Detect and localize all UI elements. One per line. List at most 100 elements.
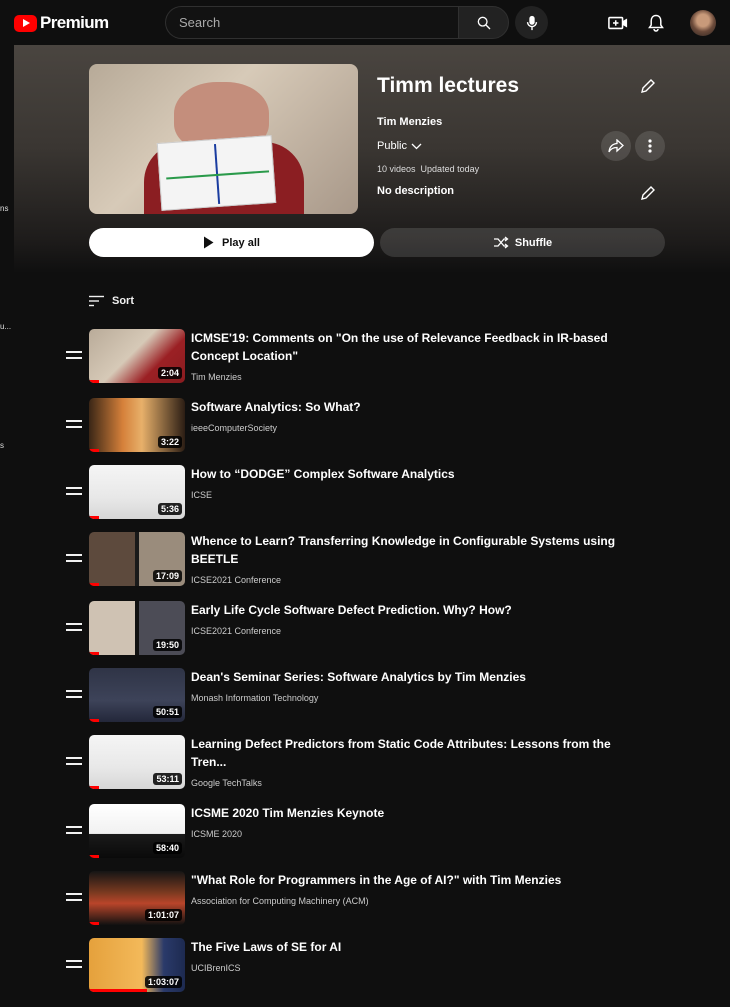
video-title[interactable]: ICSME 2020 Tim Menzies Keynote [191, 804, 616, 822]
playlist-meta: 10 videos Updated today [377, 164, 479, 174]
youtube-premium-logo[interactable]: Premium [14, 13, 109, 33]
playlist-description: No description [377, 185, 455, 197]
channel-name[interactable]: Monash Information Technology [191, 693, 318, 703]
watch-progress-bar [89, 989, 147, 992]
watch-progress-bar [89, 855, 99, 858]
shuffle-label: Shuffle [514, 236, 553, 249]
watch-progress-bar [89, 380, 99, 383]
drag-handle-icon[interactable] [66, 757, 82, 765]
microphone-icon [526, 15, 537, 30]
drag-handle-icon[interactable] [66, 420, 82, 428]
channel-name[interactable]: Tim Menzies [191, 372, 242, 382]
drag-handle-icon[interactable] [66, 893, 82, 901]
channel-name[interactable]: ICSE2021 Conference [191, 626, 281, 636]
video-duration: 53:11 [153, 773, 182, 785]
drag-handle-icon[interactable] [66, 690, 82, 698]
watch-progress-bar [89, 652, 99, 655]
channel-name[interactable]: ICSME 2020 [191, 829, 242, 839]
video-thumbnail[interactable]: 5:36 [89, 465, 185, 519]
play-all-button[interactable]: Play all [89, 228, 374, 257]
video-duration: 19:50 [152, 639, 182, 651]
drag-handle-icon[interactable] [66, 351, 82, 359]
shuffle-icon [493, 236, 509, 249]
video-title[interactable]: The Five Laws of SE for AI [191, 938, 616, 956]
rail-fragment-1[interactable]: ns [0, 204, 8, 213]
voice-search-button[interactable] [515, 6, 548, 39]
channel-name[interactable]: ICSE2021 Conference [191, 575, 281, 585]
playlist-video-row[interactable]: 2:04 ICMSE'19: Comments on "On the use of… [60, 329, 620, 387]
watch-progress-bar [89, 516, 99, 519]
video-thumbnail[interactable]: 2:04 [89, 329, 185, 383]
youtube-logo-icon [14, 14, 37, 32]
video-thumbnail[interactable]: 3:22 [89, 398, 185, 452]
video-title[interactable]: Learning Defect Predictors from Static C… [191, 735, 616, 771]
video-thumbnail[interactable]: 50:51 [89, 668, 185, 722]
drag-handle-icon[interactable] [66, 487, 82, 495]
video-thumbnail[interactable]: 19:50 [89, 601, 185, 655]
drag-handle-icon[interactable] [66, 826, 82, 834]
playlist-video-row[interactable]: 1:03:07 The Five Laws of SE for AI UCIBren… [60, 938, 620, 996]
playlist-author[interactable]: Tim Menzies [377, 116, 442, 128]
video-count: 10 videos [377, 164, 416, 174]
playlist-video-row[interactable]: 5:36 How to “DODGE” Complex Software Anal… [60, 465, 620, 523]
watch-progress-bar [89, 922, 99, 925]
video-title[interactable]: ICMSE'19: Comments on "On the use of Rel… [191, 329, 616, 365]
notifications-button[interactable] [643, 10, 669, 36]
playlist-title: Timm lectures [377, 74, 520, 97]
video-thumbnail[interactable]: 17:09 [89, 532, 185, 586]
search-button[interactable] [458, 6, 509, 39]
playlist-video-row[interactable]: 1:01:07 "What Role for Programmers in the… [60, 871, 620, 929]
search-box [165, 6, 459, 39]
channel-name[interactable]: Google TechTalks [191, 778, 262, 788]
video-duration: 2:04 [157, 367, 182, 379]
video-duration: 3:22 [157, 436, 182, 448]
channel-name[interactable]: ieeeComputerSociety [191, 423, 277, 433]
edit-title-button[interactable] [636, 74, 660, 98]
rail-fragment-3[interactable]: s [0, 441, 4, 450]
video-duration: 1:03:07 [144, 976, 182, 988]
video-thumbnail[interactable]: 1:03:07 [89, 938, 185, 992]
channel-name[interactable]: Association for Computing Machinery (ACM… [191, 896, 369, 906]
video-title[interactable]: Software Analytics: So What? [191, 398, 616, 416]
privacy-dropdown[interactable]: Public [377, 140, 422, 152]
privacy-label: Public [377, 140, 407, 152]
more-actions-button[interactable] [635, 131, 665, 161]
playlist-video-row[interactable]: 58:40 ICSME 2020 Tim Menzies Keynote ICSME… [60, 804, 620, 862]
channel-name[interactable]: UCIBrenICS [191, 963, 241, 973]
video-title[interactable]: Dean's Seminar Series: Software Analytic… [191, 668, 616, 686]
pencil-icon [641, 79, 655, 93]
playlist-video-row[interactable]: 17:09 Whence to Learn? Transferring Knowl… [60, 532, 620, 590]
drag-handle-icon[interactable] [66, 554, 82, 562]
video-thumbnail[interactable]: 53:11 [89, 735, 185, 789]
video-duration: 50:51 [152, 706, 182, 718]
playlist-video-row[interactable]: 53:11 Learning Defect Predictors from Sta… [60, 735, 620, 793]
video-thumbnail[interactable]: 1:01:07 [89, 871, 185, 925]
edit-description-button[interactable] [636, 181, 660, 205]
create-button[interactable] [605, 10, 631, 36]
video-title[interactable]: Whence to Learn? Transferring Knowledge … [191, 532, 616, 568]
video-duration: 5:36 [157, 503, 182, 515]
drag-handle-icon[interactable] [66, 960, 82, 968]
video-duration: 17:09 [152, 570, 182, 582]
watch-progress-bar [89, 786, 99, 789]
drag-handle-icon[interactable] [66, 623, 82, 631]
playlist-video-row[interactable]: 50:51 Dean's Seminar Series: Software Ana… [60, 668, 620, 726]
sort-button[interactable]: Sort [89, 295, 134, 307]
search-input[interactable] [166, 7, 459, 38]
sort-icon [89, 295, 104, 307]
pencil-icon [641, 186, 655, 200]
playlist-video-row[interactable]: 19:50 Early Life Cycle Software Defect Pr… [60, 601, 620, 659]
video-title[interactable]: How to “DODGE” Complex Software Analytic… [191, 465, 616, 483]
share-button[interactable] [601, 131, 631, 161]
play-all-label: Play all [222, 236, 260, 249]
rail-fragment-2[interactable]: u... [0, 322, 11, 331]
shuffle-button[interactable]: Shuffle [380, 228, 665, 257]
video-title[interactable]: Early Life Cycle Software Defect Predict… [191, 601, 616, 619]
video-thumbnail[interactable]: 58:40 [89, 804, 185, 858]
video-title[interactable]: "What Role for Programmers in the Age of… [191, 871, 616, 889]
playlist-video-row[interactable]: 3:22 Software Analytics: So What? ieeeComp… [60, 398, 620, 456]
avatar[interactable] [690, 10, 716, 36]
playlist-thumbnail[interactable] [89, 64, 358, 214]
play-icon [204, 236, 214, 249]
channel-name[interactable]: ICSE [191, 490, 212, 500]
